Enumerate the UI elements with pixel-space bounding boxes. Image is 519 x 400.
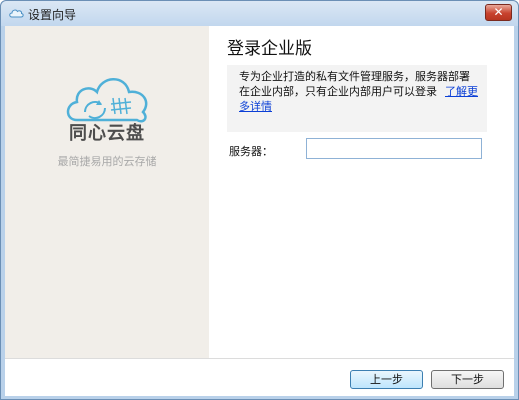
setup-wizard-window: 设置向导 ✕ 同心云盘 最简捷易用的云存储 登录企业版 专为企业打造的私有文件管… [0, 0, 519, 400]
server-label: 服务器： [229, 145, 273, 158]
server-input[interactable] [306, 138, 482, 159]
brand-panel: 同心云盘 最简捷易用的云存储 [5, 26, 209, 358]
close-button[interactable]: ✕ [485, 4, 512, 21]
brand-slogan: 最简捷易用的云存储 [57, 155, 157, 168]
brand-name: 同心云盘 [69, 123, 145, 144]
wizard-footer: 上一步 下一步 [5, 358, 514, 396]
description-box: 专为企业打造的私有文件管理服务，服务器部署在企业内部，只有企业内部用户可以登录了… [227, 65, 487, 132]
next-button[interactable]: 下一步 [431, 370, 504, 389]
title-bar[interactable]: 设置向导 ✕ [1, 1, 518, 26]
page-title: 登录企业版 [227, 39, 312, 59]
description-body: 专为企业打造的私有文件管理服务，服务器部署在企业内部，只有企业内部用户可以登录 [239, 70, 470, 98]
description-text: 专为企业打造的私有文件管理服务，服务器部署在企业内部，只有企业内部用户可以登录了… [239, 69, 479, 114]
previous-button[interactable]: 上一步 [350, 370, 423, 389]
cloud-icon [9, 9, 24, 18]
window-title: 设置向导 [28, 8, 77, 22]
wizard-client-area: 同心云盘 最简捷易用的云存储 登录企业版 专为企业打造的私有文件管理服务，服务器… [5, 26, 514, 396]
